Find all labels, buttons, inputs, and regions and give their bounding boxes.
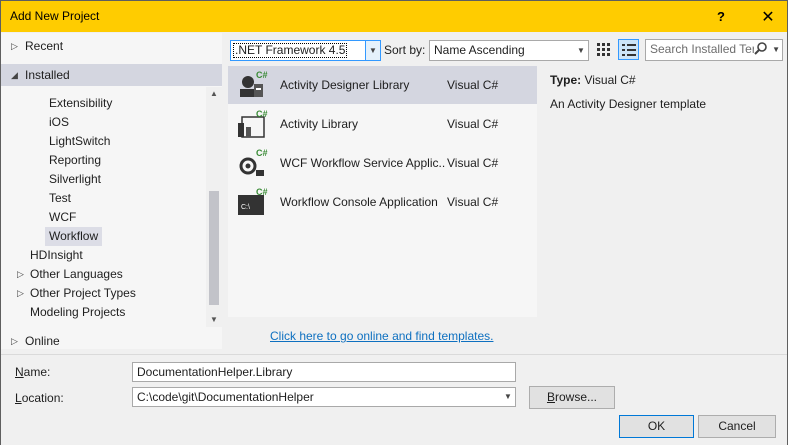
template-type-info: Type: Visual C# <box>550 73 636 87</box>
template-item-activity-library[interactable]: C# Activity Library Visual C# <box>228 105 537 143</box>
grid-view-icon <box>596 42 610 56</box>
list-view-button[interactable] <box>618 39 639 60</box>
expand-arrow-icon[interactable]: ▷ <box>11 37 18 56</box>
tree-item-silverlight[interactable]: Silverlight <box>45 170 105 189</box>
tree-node-label: Recent <box>25 39 64 53</box>
template-language: Visual C# <box>447 78 499 92</box>
template-description: An Activity Designer template <box>550 97 707 111</box>
type-label: Type: <box>550 73 582 87</box>
sort-value: Name Ascending <box>434 43 525 57</box>
list-view-icon <box>621 43 636 56</box>
template-item-wcf-workflow-service[interactable]: C# WCF Workflow Service Applic... Visual… <box>228 144 537 182</box>
expand-arrow-icon[interactable]: ▷ <box>17 284 24 303</box>
tree-node-label: Online <box>25 334 60 348</box>
tree-node-label: Other Project Types <box>30 286 136 300</box>
activity-library-icon: C# <box>238 109 268 138</box>
wcf-workflow-icon: C# <box>239 148 268 176</box>
activity-designer-icon: C# <box>240 70 268 97</box>
type-value: Visual C# <box>584 73 636 87</box>
template-item-activity-designer-library[interactable]: C# Activity Designer Library Visual C# <box>228 66 537 104</box>
svg-text:C:\: C:\ <box>241 204 250 211</box>
tree-item-lightswitch[interactable]: LightSwitch <box>45 132 114 151</box>
ok-button[interactable]: OK <box>619 415 694 438</box>
search-installed-templates-input[interactable]: Search Installed Ter ▼ <box>645 39 783 61</box>
template-language: Visual C# <box>447 117 499 131</box>
help-button[interactable]: ? <box>704 1 738 32</box>
svg-text:C#: C# <box>256 148 268 158</box>
sort-dropdown[interactable]: Name Ascending ▼ <box>429 40 589 61</box>
cancel-button[interactable]: Cancel <box>698 415 776 438</box>
tree-node-hdinsight[interactable]: HDInsight <box>1 246 222 265</box>
close-button[interactable]: ✕ <box>751 1 785 32</box>
tree-item-wcf[interactable]: WCF <box>45 208 80 227</box>
tree-item-workflow[interactable]: Workflow <box>45 227 103 246</box>
tree-node-installed[interactable]: ◢ Installed <box>1 64 222 86</box>
location-field[interactable]: C:\code\git\DocumentationHelper ▼ <box>132 387 516 407</box>
tree-node-label: Installed <box>25 68 70 82</box>
tree-node-label: HDInsight <box>30 248 83 262</box>
template-tree-pane: ▷ Recent ◢ Installed Extensibility iOS L… <box>1 33 222 349</box>
small-icons-view-button[interactable] <box>593 39 614 60</box>
tree-node-online[interactable]: ▷ Online <box>1 332 222 351</box>
search-placeholder: Search Installed Ter <box>650 42 754 56</box>
chevron-down-icon[interactable]: ▼ <box>365 41 380 60</box>
tree-item-test[interactable]: Test <box>45 189 75 208</box>
chevron-down-icon[interactable]: ▼ <box>574 41 588 60</box>
template-list: C# Activity Designer Library Visual C# C… <box>228 66 537 317</box>
scroll-up-icon[interactable]: ▲ <box>206 87 222 101</box>
framework-value: .NET Framework 4.5 <box>233 43 348 58</box>
name-label: Name: <box>15 365 51 379</box>
sort-label: Sort by: <box>384 43 426 57</box>
svg-text:C#: C# <box>256 187 268 197</box>
scroll-down-icon[interactable]: ▼ <box>206 313 222 327</box>
find-templates-online-link[interactable]: Click here to go online and find templat… <box>270 329 493 343</box>
scroll-thumb[interactable] <box>209 191 219 305</box>
add-new-project-dialog: Add New Project ? ✕ ▷ Recent ◢ Installed… <box>0 0 788 445</box>
console-app-icon: C:\ C# <box>238 187 268 215</box>
tree-node-modeling-projects[interactable]: Modeling Projects <box>1 303 222 322</box>
template-language: Visual C# <box>447 156 499 170</box>
svg-text:C#: C# <box>256 109 268 119</box>
project-name-value: DocumentationHelper.Library <box>137 365 293 379</box>
search-icon[interactable] <box>754 41 768 61</box>
tree-item-ios[interactable]: iOS <box>45 113 73 132</box>
tree-item-extensibility[interactable]: Extensibility <box>45 94 116 113</box>
location-label: Location: <box>15 391 64 405</box>
chevron-down-icon[interactable]: ▼ <box>501 388 515 406</box>
collapse-arrow-icon[interactable]: ◢ <box>11 64 18 86</box>
title-bar[interactable]: Add New Project ? ✕ <box>1 1 787 32</box>
expand-arrow-icon[interactable]: ▷ <box>17 265 24 284</box>
tree-node-label: Other Languages <box>30 267 123 281</box>
template-item-workflow-console-application[interactable]: C:\ C# Workflow Console Application Visu… <box>228 183 537 221</box>
tree-scrollbar[interactable]: ▲ ▼ <box>206 87 222 327</box>
expand-arrow-icon[interactable]: ▷ <box>11 332 18 351</box>
template-name: Workflow Console Application <box>280 195 438 209</box>
svg-text:C#: C# <box>256 70 268 80</box>
template-name: Activity Library <box>280 117 359 131</box>
project-name-field[interactable]: DocumentationHelper.Library <box>132 362 516 382</box>
template-name: Activity Designer Library <box>280 78 410 92</box>
tree-node-other-project-types[interactable]: ▷ Other Project Types <box>1 284 222 303</box>
framework-dropdown[interactable]: .NET Framework 4.5 ▼ <box>230 40 381 61</box>
tree-node-other-languages[interactable]: ▷ Other Languages <box>1 265 222 284</box>
tree-node-recent[interactable]: ▷ Recent <box>1 37 222 56</box>
location-value: C:\code\git\DocumentationHelper <box>137 390 314 404</box>
browse-button[interactable]: Browse... <box>529 386 615 409</box>
tree-item-reporting[interactable]: Reporting <box>45 151 105 170</box>
dialog-title: Add New Project <box>10 9 100 23</box>
tree-node-label: Modeling Projects <box>30 305 126 319</box>
template-language: Visual C# <box>447 195 499 209</box>
chevron-down-icon[interactable]: ▼ <box>772 40 780 59</box>
template-name: WCF Workflow Service Applic... <box>280 156 446 170</box>
